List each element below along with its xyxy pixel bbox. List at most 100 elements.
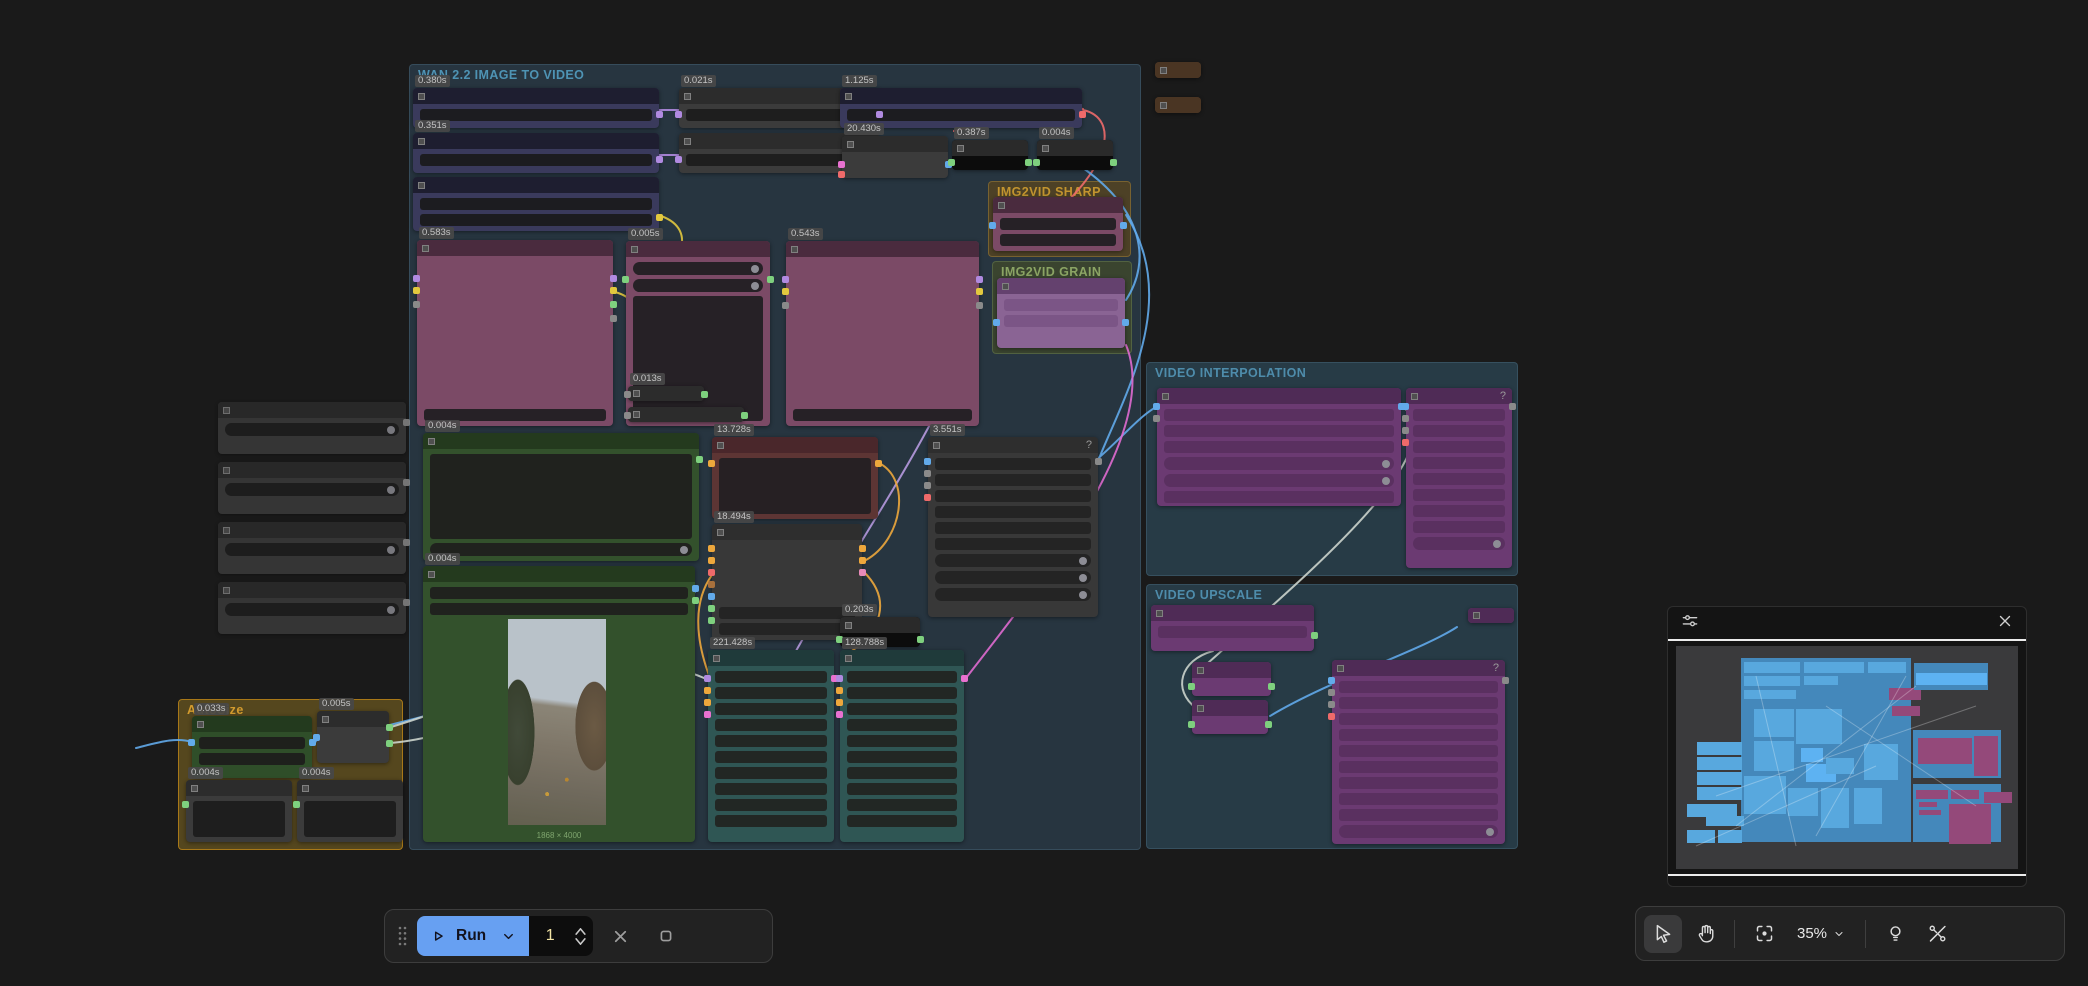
widget-field[interactable] xyxy=(715,799,827,811)
input-port[interactable] xyxy=(1328,689,1335,696)
output-port[interactable] xyxy=(876,111,883,118)
output-port[interactable] xyxy=(1025,159,1032,166)
widget-field[interactable] xyxy=(847,719,957,731)
input-port[interactable] xyxy=(924,494,931,501)
collapse-icon[interactable] xyxy=(223,587,230,594)
graph-node[interactable]: ? xyxy=(928,437,1098,617)
input-port[interactable] xyxy=(1328,713,1335,720)
input-port[interactable] xyxy=(1328,677,1335,684)
collapse-icon[interactable] xyxy=(845,93,852,100)
input-port[interactable] xyxy=(924,470,931,477)
widget-field[interactable] xyxy=(1413,425,1505,437)
graph-node[interactable] xyxy=(413,133,659,173)
widget-field[interactable] xyxy=(847,751,957,763)
widget-field[interactable] xyxy=(1339,729,1498,741)
input-port[interactable] xyxy=(993,319,1000,326)
widget-textarea[interactable] xyxy=(304,801,396,837)
node-titlebar[interactable] xyxy=(626,241,770,257)
widget-field[interactable] xyxy=(1413,441,1505,453)
graph-node[interactable] xyxy=(413,88,659,128)
collapse-icon[interactable] xyxy=(418,182,425,189)
node-titlebar[interactable] xyxy=(628,386,704,401)
output-port[interactable] xyxy=(1509,403,1516,410)
output-port[interactable] xyxy=(976,302,983,309)
input-port[interactable] xyxy=(708,460,715,467)
widget-field[interactable] xyxy=(847,687,957,699)
input-port[interactable] xyxy=(704,687,711,694)
widget-field[interactable] xyxy=(847,767,957,779)
node-titlebar[interactable] xyxy=(840,88,1082,104)
widget-field[interactable] xyxy=(1413,489,1505,501)
widget-field[interactable] xyxy=(1413,409,1505,421)
node-titlebar[interactable] xyxy=(1155,97,1201,113)
input-port[interactable] xyxy=(708,545,715,552)
collapse-icon[interactable] xyxy=(428,571,435,578)
toggle-links-button[interactable] xyxy=(1918,915,1956,953)
node-titlebar[interactable] xyxy=(218,462,406,478)
graph-node[interactable] xyxy=(413,177,659,231)
widget-field[interactable] xyxy=(715,671,827,683)
input-port[interactable] xyxy=(622,276,629,283)
node-titlebar[interactable] xyxy=(712,524,862,540)
graph-node[interactable] xyxy=(840,88,1082,128)
collapse-icon[interactable] xyxy=(684,138,691,145)
widget-field[interactable] xyxy=(1339,761,1498,773)
widget-field[interactable] xyxy=(1000,234,1116,246)
node-titlebar[interactable] xyxy=(997,278,1125,294)
collapse-icon[interactable] xyxy=(1337,665,1344,672)
collapse-icon[interactable] xyxy=(998,202,1005,209)
input-port[interactable] xyxy=(413,287,420,294)
widget-field[interactable] xyxy=(1339,793,1498,805)
widget-textarea[interactable] xyxy=(430,454,692,539)
collapse-icon[interactable] xyxy=(1197,705,1204,712)
widget-field[interactable] xyxy=(715,815,827,827)
output-port[interactable] xyxy=(961,675,968,682)
collapse-icon[interactable] xyxy=(1473,612,1480,619)
collapse-icon[interactable] xyxy=(1160,102,1167,109)
output-port[interactable] xyxy=(1265,721,1272,728)
output-port[interactable] xyxy=(875,460,882,467)
node-titlebar[interactable] xyxy=(423,433,699,449)
input-port[interactable] xyxy=(413,275,420,282)
stop-button[interactable] xyxy=(647,917,685,955)
chevron-down-icon[interactable] xyxy=(501,929,516,944)
node-titlebar[interactable] xyxy=(413,177,659,193)
widget-field[interactable] xyxy=(847,703,957,715)
batch-count-input[interactable]: 1 xyxy=(529,916,593,956)
graph-node[interactable] xyxy=(186,780,292,842)
graph-node[interactable] xyxy=(1037,140,1113,170)
widget-combo[interactable] xyxy=(1164,457,1394,470)
graph-node[interactable]: ? xyxy=(1406,388,1512,568)
collapse-icon[interactable] xyxy=(1156,610,1163,617)
widget-field[interactable] xyxy=(1339,713,1498,725)
pan-tool-button[interactable] xyxy=(1686,915,1724,953)
graph-node[interactable] xyxy=(218,462,406,514)
graph-node[interactable] xyxy=(1155,97,1201,113)
output-port[interactable] xyxy=(610,275,617,282)
widget-textarea[interactable] xyxy=(633,296,763,421)
node-help-icon[interactable]: ? xyxy=(1493,662,1499,674)
select-tool-button[interactable] xyxy=(1644,915,1682,953)
collapse-icon[interactable] xyxy=(933,442,940,449)
widget-field[interactable] xyxy=(935,506,1091,518)
graph-node[interactable] xyxy=(317,711,389,763)
widget-field[interactable] xyxy=(793,409,972,421)
node-titlebar[interactable] xyxy=(192,716,312,732)
graph-node[interactable] xyxy=(423,433,699,561)
input-port[interactable] xyxy=(948,159,955,166)
collapse-icon[interactable] xyxy=(302,785,309,792)
output-port[interactable] xyxy=(1079,111,1086,118)
widget-field[interactable] xyxy=(1339,697,1498,709)
input-port[interactable] xyxy=(704,711,711,718)
widget-field[interactable] xyxy=(847,735,957,747)
node-titlebar[interactable] xyxy=(786,241,979,257)
node-titlebar[interactable] xyxy=(297,780,403,796)
collapse-icon[interactable] xyxy=(322,716,329,723)
node-titlebar[interactable] xyxy=(218,522,406,538)
collapse-icon[interactable] xyxy=(197,721,204,728)
widget-field[interactable] xyxy=(430,587,688,599)
input-port[interactable] xyxy=(708,557,715,564)
node-help-icon[interactable]: ? xyxy=(1500,390,1506,402)
output-port[interactable] xyxy=(859,569,866,576)
widget-field[interactable] xyxy=(847,783,957,795)
